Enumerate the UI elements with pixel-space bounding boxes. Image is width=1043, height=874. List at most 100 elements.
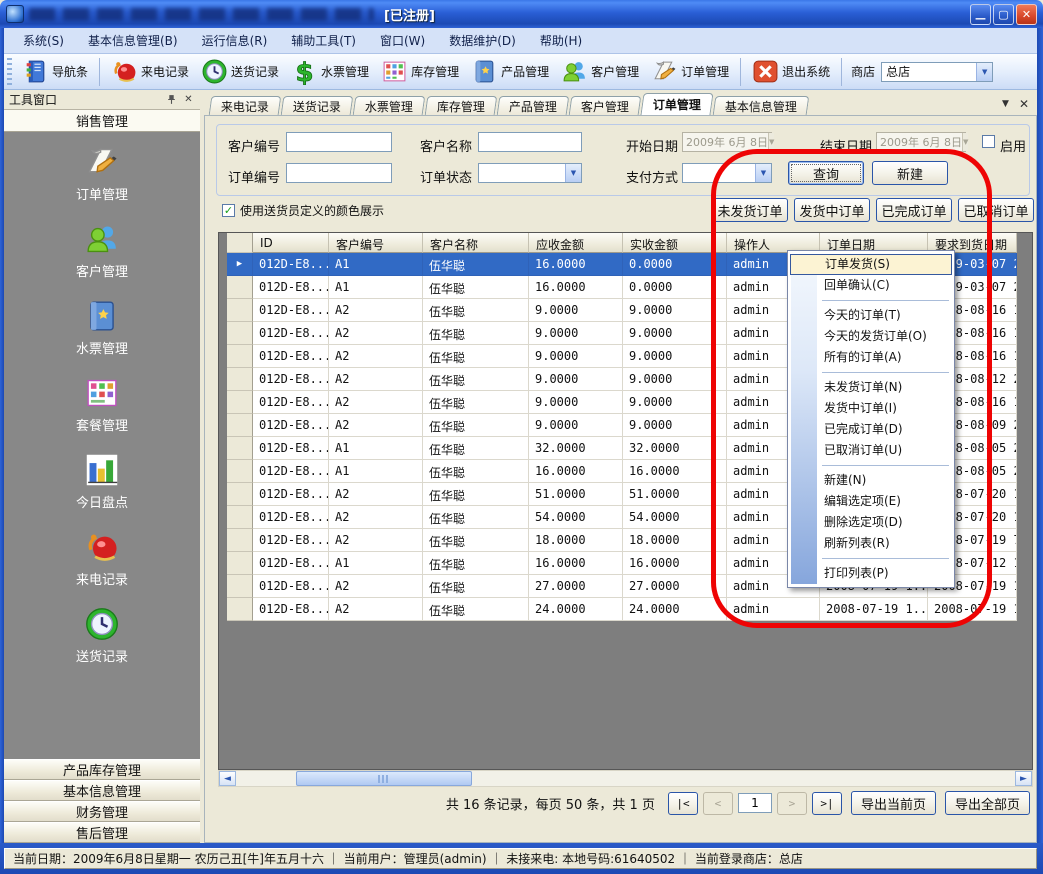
row-selector-cell[interactable] xyxy=(227,506,253,529)
maximize-button[interactable]: ▢ xyxy=(993,4,1014,25)
pin-icon[interactable] xyxy=(165,93,178,106)
context-menu-item-completed-orders[interactable]: 已完成订单(D) xyxy=(790,419,952,440)
minimize-button[interactable]: — xyxy=(970,4,991,25)
filter-button-completed[interactable]: 已完成订单 xyxy=(876,198,952,222)
menu-window[interactable]: 窗口(W) xyxy=(369,28,436,53)
context-menu-item-today-ship-orders[interactable]: 今天的发货订单(O) xyxy=(790,326,952,347)
scrollbar-track[interactable] xyxy=(236,771,1015,786)
context-menu-item-confirm-receipt[interactable]: 回单确认(C) xyxy=(790,275,952,296)
pay-method-combobox[interactable]: ▼ xyxy=(682,163,772,183)
chevron-down-icon[interactable]: ▼ xyxy=(1002,99,1009,109)
query-button[interactable]: 查询 xyxy=(788,161,864,185)
toolbar-button-exit[interactable]: 退出系统 xyxy=(746,56,836,87)
toolbar-grip-icon[interactable] xyxy=(7,58,12,86)
export-all-pages-button[interactable]: 导出全部页 xyxy=(945,791,1030,815)
close-icon[interactable]: ✕ xyxy=(1019,97,1029,111)
column-header-1[interactable]: 客户编号 xyxy=(329,233,423,253)
menu-tools[interactable]: 辅助工具(T) xyxy=(280,28,367,53)
context-menu-item-ship-order[interactable]: 订单发货(S) xyxy=(790,254,952,275)
scroll-right-icon[interactable]: ► xyxy=(1015,771,1032,786)
row-selector-cell[interactable] xyxy=(227,322,253,345)
context-menu-item-new[interactable]: 新建(N) xyxy=(790,470,952,491)
row-selector-cell[interactable] xyxy=(227,460,253,483)
sidebar-item-delivery-records[interactable]: 送货记录 xyxy=(76,606,128,665)
tab-orders[interactable]: 订单管理 xyxy=(641,93,714,115)
customer-no-input[interactable] xyxy=(286,132,392,152)
next-page-button[interactable]: > xyxy=(777,792,807,815)
tab-products[interactable]: 产品管理 xyxy=(497,96,570,115)
context-menu-item-today-orders[interactable]: 今天的订单(T) xyxy=(790,305,952,326)
menu-basic-info[interactable]: 基本信息管理(B) xyxy=(77,28,189,53)
sidebar-section-product-inventory[interactable]: 产品库存管理 xyxy=(4,759,200,780)
row-selector-cell[interactable] xyxy=(227,299,253,322)
filter-button-shipping[interactable]: 发货中订单 xyxy=(794,198,870,222)
column-header-0[interactable]: ID xyxy=(253,233,329,253)
chevron-down-icon[interactable]: ▼ xyxy=(755,164,771,182)
order-no-input[interactable] xyxy=(286,163,392,183)
sidebar-item-today-stocktake[interactable]: 今日盘点 xyxy=(76,452,128,511)
row-selector-cell[interactable] xyxy=(227,414,253,437)
column-header-4[interactable]: 实收金额 xyxy=(623,233,727,253)
sidebar-item-packages[interactable]: 套餐管理 xyxy=(76,375,128,434)
new-button[interactable]: 新建 xyxy=(872,161,948,185)
export-current-page-button[interactable]: 导出当前页 xyxy=(851,791,936,815)
menu-system[interactable]: 系统(S) xyxy=(12,28,75,53)
context-menu-item-unshipped-orders[interactable]: 未发货订单(N) xyxy=(790,377,952,398)
filter-button-cancelled[interactable]: 已取消订单 xyxy=(958,198,1034,222)
horizontal-scrollbar[interactable]: ◄ ► xyxy=(218,770,1033,787)
row-selector-cell[interactable] xyxy=(227,368,253,391)
context-menu-item-refresh-list[interactable]: 刷新列表(R) xyxy=(790,533,952,554)
menu-runtime-info[interactable]: 运行信息(R) xyxy=(191,28,279,53)
sidebar-item-incoming-calls[interactable]: 来电记录 xyxy=(76,529,128,588)
context-menu-item-edit-selected[interactable]: 编辑选定项(E) xyxy=(790,491,952,512)
chevron-down-icon[interactable]: ▼ xyxy=(976,63,992,81)
row-selector-cell[interactable] xyxy=(227,575,253,598)
toolbar-button-navigator[interactable]: 导航条 xyxy=(16,56,94,87)
tab-water-tickets[interactable]: 水票管理 xyxy=(353,96,426,115)
sidebar-item-water-tickets[interactable]: 水票管理 xyxy=(76,298,128,357)
column-header-3[interactable]: 应收金额 xyxy=(529,233,623,253)
tab-inventory[interactable]: 库存管理 xyxy=(425,96,498,115)
sidebar-section-finance[interactable]: 财务管理 xyxy=(4,801,200,822)
store-combobox[interactable]: 总店 ▼ xyxy=(881,62,993,82)
toolbar-button-products[interactable]: 产品管理 xyxy=(465,56,555,87)
row-selector-cell[interactable] xyxy=(227,437,253,460)
end-date-picker[interactable]: 2009年 6月 8日 ▼ xyxy=(876,132,966,152)
row-selector-cell[interactable] xyxy=(227,552,253,575)
color-display-checkbox[interactable]: ✓ xyxy=(222,204,235,217)
row-selector-cell[interactable] xyxy=(227,276,253,299)
toolbar-button-inventory[interactable]: 库存管理 xyxy=(375,56,465,87)
order-status-combobox[interactable]: ▼ xyxy=(478,163,582,183)
table-row[interactable]: 012D-E8...A2伍华聪24.000024.0000admin2008-0… xyxy=(227,598,1017,621)
row-selector-cell[interactable] xyxy=(227,598,253,621)
tab-basic-info[interactable]: 基本信息管理 xyxy=(713,96,810,115)
toolbar-button-orders[interactable]: 订单管理 xyxy=(645,56,735,87)
start-date-picker[interactable]: 2009年 6月 8日 ▼ xyxy=(682,132,772,152)
sidebar-item-customers[interactable]: 客户管理 xyxy=(76,221,128,280)
toolbar-button-incoming-calls[interactable]: 来电记录 xyxy=(105,56,195,87)
toolbar-button-water-tickets[interactable]: $水票管理 xyxy=(285,56,375,87)
row-selector-cell[interactable]: ▶ xyxy=(227,253,253,276)
menu-help[interactable]: 帮助(H) xyxy=(529,28,593,53)
sidebar-section-title[interactable]: 销售管理 xyxy=(4,110,200,132)
close-icon[interactable]: ✕ xyxy=(182,93,195,106)
tab-customers[interactable]: 客户管理 xyxy=(569,96,642,115)
tab-incoming-calls[interactable]: 来电记录 xyxy=(209,96,282,115)
toolbar-button-customers[interactable]: 客户管理 xyxy=(555,56,645,87)
context-menu-item-print-list[interactable]: 打印列表(P) xyxy=(790,563,952,584)
row-selector-cell[interactable] xyxy=(227,391,253,414)
context-menu-item-shipping-orders[interactable]: 发货中订单(I) xyxy=(790,398,952,419)
row-selector-cell[interactable] xyxy=(227,483,253,506)
row-selector-cell[interactable] xyxy=(227,345,253,368)
toolbar-button-delivery-records[interactable]: 送货记录 xyxy=(195,56,285,87)
context-menu-item-delete-selected[interactable]: 删除选定项(D) xyxy=(790,512,952,533)
chevron-down-icon[interactable]: ▼ xyxy=(565,164,581,182)
sidebar-section-basic-info[interactable]: 基本信息管理 xyxy=(4,780,200,801)
tab-delivery-records[interactable]: 送货记录 xyxy=(281,96,354,115)
filter-button-unshipped[interactable]: 未发货订单 xyxy=(712,198,788,222)
customer-name-input[interactable] xyxy=(478,132,582,152)
sidebar-item-orders[interactable]: 订单管理 xyxy=(76,144,128,203)
context-menu-item-all-orders[interactable]: 所有的订单(A) xyxy=(790,347,952,368)
menu-data-maintenance[interactable]: 数据维护(D) xyxy=(438,28,527,53)
first-page-button[interactable]: |< xyxy=(668,792,698,815)
